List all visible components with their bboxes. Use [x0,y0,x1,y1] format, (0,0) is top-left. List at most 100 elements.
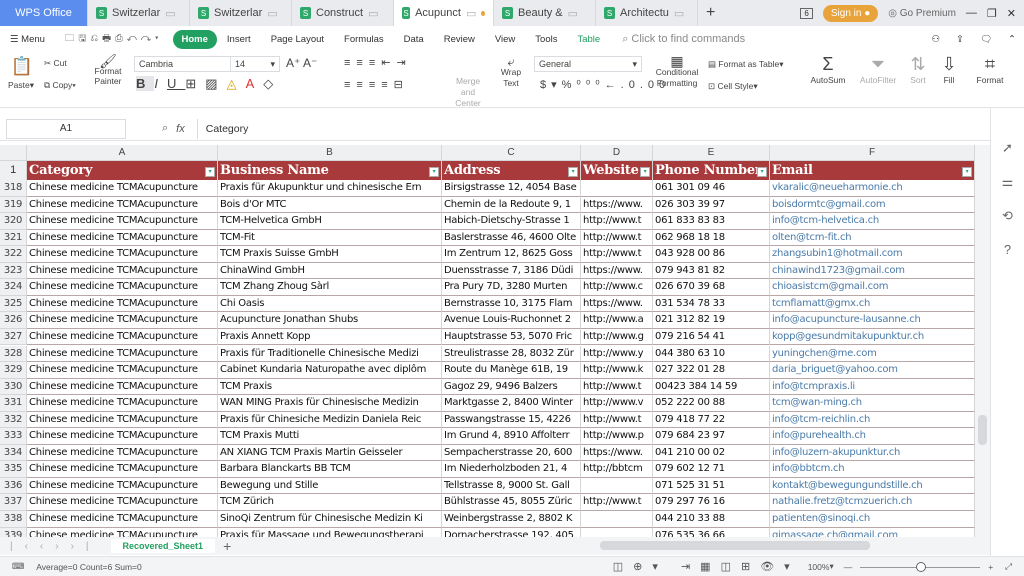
autosum-button[interactable]: Σ AutoSum [806,54,850,85]
cell[interactable]: https://www. [581,262,653,280]
scroll-thumb[interactable] [978,415,987,445]
row-number[interactable]: 339 [0,527,27,537]
cell[interactable]: TCM Praxis [218,378,442,396]
go-premium-button[interactable]: ◎ Go Premium [888,8,956,19]
zoom-icon[interactable]: ⌕ [162,122,168,135]
cell[interactable]: Baslerstrasse 46, 4600 Olte [442,229,581,247]
cell[interactable]: https://www. [581,444,653,462]
paste-button[interactable]: Paste▾ [8,80,34,91]
row-number[interactable]: 338 [0,511,27,528]
merge-center-button[interactable]: Merge and Center [448,62,488,109]
cell[interactable]: 079 418 77 22 [653,411,770,429]
cell[interactable]: Pra Pury 7D, 3280 Murten [442,279,581,296]
column-header-C[interactable]: C [442,145,581,161]
cell[interactable]: Chemin de la Redoute 9, 1 [442,196,581,214]
cell[interactable]: https://www. [581,196,653,214]
document-tab[interactable]: S Construct ▭ [292,0,394,26]
cell[interactable]: http://www.t [581,213,653,230]
cell[interactable]: Bernstrasse 10, 3175 Flam [442,295,581,313]
cell[interactable]: Praxis Annett Kopp [218,328,442,346]
cell[interactable]: Streulistrasse 28, 8032 Zür [442,345,581,363]
cell[interactable]: patienten@sinoqi.ch [770,511,975,528]
cell[interactable]: Chinese medicine TCMAcupuncture [27,461,218,478]
cell[interactable]: Im Zentrum 12, 8625 Goss [442,246,581,263]
cell[interactable]: qimassage.ch@gmail.com [770,527,975,537]
cut-button[interactable]: ✂ Cut [44,58,67,69]
sort-button[interactable]: ⇅ Sort [904,54,932,85]
column-header-F[interactable]: F [770,145,975,161]
wrap-text-button[interactable]: ⤶ Wrap Text [496,55,526,89]
number-format-buttons[interactable]: $▾%⁰⁰⁰←.0.00 [540,78,670,91]
cell[interactable]: Chinese medicine TCMAcupuncture [27,295,218,313]
cell[interactable]: Chinese medicine TCMAcupuncture [27,494,218,511]
column-header-E[interactable]: E [653,145,770,161]
cell[interactable]: 071 525 31 51 [653,477,770,495]
cell[interactable]: tcm@wan-ming.ch [770,395,975,412]
cell[interactable]: Route du Manège 61B, 19 [442,362,581,379]
document-tab[interactable]: S Beauty & ▭ [494,0,596,26]
cell[interactable]: 00423 384 14 59 [653,378,770,396]
cell[interactable]: kopp@gesundmitakupunktur.ch [770,328,975,346]
select-all-corner[interactable] [0,145,27,161]
cell[interactable]: Passwangstrasse 15, 4226 [442,411,581,429]
filter-dropdown-icon[interactable]: ▾ [757,167,767,177]
row-number[interactable]: 319 [0,196,27,214]
column-header-B[interactable]: B [218,145,442,161]
cell[interactable]: Chinese medicine TCMAcupuncture [27,262,218,280]
cell[interactable]: Chinese medicine TCMAcupuncture [27,345,218,363]
cell[interactable]: 027 322 01 28 [653,362,770,379]
cell[interactable]: Website ▾ [581,161,653,180]
cell[interactable]: 052 222 00 88 [653,395,770,412]
row-number[interactable]: 336 [0,477,27,495]
settings-sliders-icon[interactable]: ⚌ [1002,174,1014,190]
cell[interactable]: kontakt@bewegungundstille.ch [770,477,975,495]
cell[interactable]: 026 670 39 68 [653,279,770,296]
cell[interactable]: TCM Praxis Mutti [218,428,442,445]
cell[interactable]: Praxis für Akupunktur und chinesische Er… [218,180,442,197]
cell[interactable]: http://www.a [581,312,653,329]
menu-tab-review[interactable]: Review [434,34,485,45]
macro-icon[interactable]: ⌨ [0,561,36,572]
font-size-select[interactable]: 14 ▾ [230,56,280,72]
cell[interactable]: Bewegung und Stille [218,477,442,495]
cell[interactable]: ChinaWind GmbH [218,262,442,280]
wps-office-home-tab[interactable]: WPS Office [0,0,88,26]
horizontal-alignment-buttons[interactable]: ≡≡≡≡⊟ [344,78,409,91]
cell[interactable]: Tellstrasse 8, 9000 St. Gall [442,477,581,495]
filter-dropdown-icon[interactable]: ▾ [568,167,578,177]
cell[interactable]: Avenue Louis-Ruchonnet 2 [442,312,581,329]
cell[interactable]: Bois d'Or MTC [218,196,442,214]
cell[interactable]: Im Grund 4, 8910 Affolterr [442,428,581,445]
cell[interactable]: Bühlstrasse 45, 8055 Züric [442,494,581,511]
cell[interactable]: http://www.t [581,246,653,263]
cell[interactable]: TCM Praxis Suisse GmbH [218,246,442,263]
row-number[interactable]: 333 [0,428,27,445]
cell[interactable]: Chinese medicine TCMAcupuncture [27,229,218,247]
cell[interactable]: Hauptstrasse 53, 5070 Fric [442,328,581,346]
minimize-icon[interactable]: — [966,7,977,19]
alignment-buttons[interactable]: ≡≡≡⇤⇥ [344,56,412,69]
format-as-table-button[interactable]: ▤ Format as Table▾ [708,59,783,70]
row-number[interactable]: 337 [0,494,27,511]
cell[interactable]: 061 833 83 83 [653,213,770,230]
cell[interactable] [581,477,653,495]
cell[interactable]: boisdormtc@gmail.com [770,196,975,214]
filter-dropdown-icon[interactable]: ▾ [640,167,650,177]
cell[interactable]: 043 928 00 86 [653,246,770,263]
row-number[interactable]: 327 [0,328,27,346]
cell[interactable]: http://www.t [581,494,653,511]
cell[interactable]: https://www. [581,295,653,313]
new-tab-button[interactable]: + [698,0,723,26]
h-scroll-thumb[interactable] [600,541,870,550]
cell[interactable] [581,511,653,528]
cell[interactable]: Chinese medicine TCMAcupuncture [27,527,218,537]
row-number[interactable]: 1 [0,161,27,180]
cell[interactable]: Chinese medicine TCMAcupuncture [27,428,218,445]
view-mode-buttons[interactable]: ◫⊕▾ ⇥▦◫⊞👁▾ [613,560,800,573]
quick-access-toolbar[interactable]: 🗀🖫⎌🖶⎙↶↷▾ [55,31,173,47]
number-format-select[interactable]: General ▾ [534,56,642,72]
menu-tab-formulas[interactable]: Formulas [334,34,394,45]
fx-icon[interactable]: fx [176,123,185,135]
menu-tab-page-layout[interactable]: Page Layout [261,34,334,45]
row-number[interactable]: 328 [0,345,27,363]
